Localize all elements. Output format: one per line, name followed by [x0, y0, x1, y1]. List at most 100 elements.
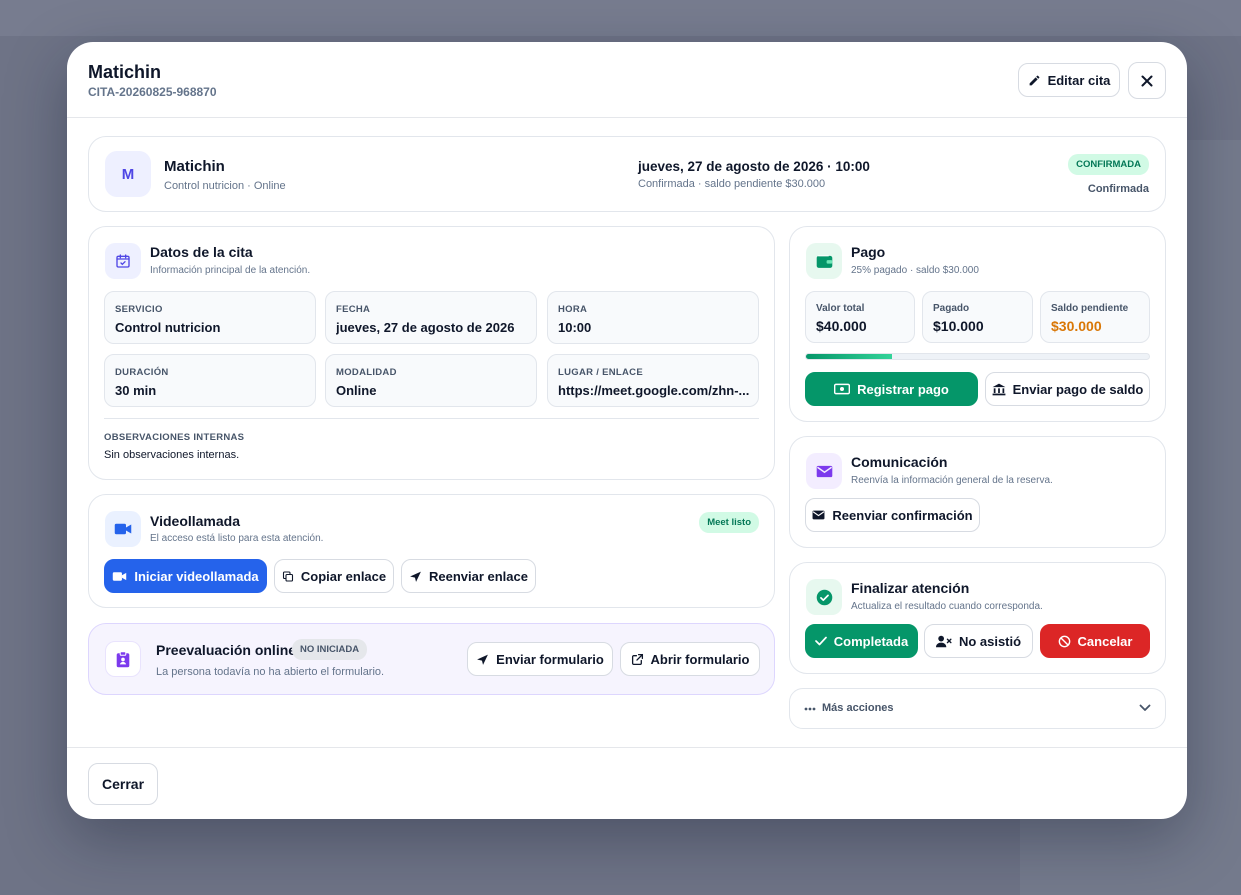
check-icon	[814, 636, 827, 646]
pre-evaluation-title: Preevaluación online	[156, 642, 297, 658]
resend-confirmation-label: Reenviar confirmación	[832, 507, 973, 523]
cancel-appointment-label: Cancelar	[1077, 633, 1133, 649]
close-icon	[1141, 75, 1153, 86]
confirmed-badge: CONFIRMADA	[1068, 154, 1149, 175]
mark-completed-label: Completada	[833, 633, 909, 649]
field-time: HORA 10:00	[547, 291, 759, 344]
modal-header: Matichin CITA-20260825-968870 Editar cit…	[67, 42, 1187, 118]
finish-title: Finalizar atención	[851, 580, 970, 596]
field-service: SERVICIO Control nutricion	[104, 291, 316, 344]
send-form-label: Enviar formulario	[496, 651, 604, 667]
field-label: LUGAR / ENLACE	[558, 367, 643, 378]
pre-evaluation-subtitle: La persona todavía no ha abierto el form…	[156, 666, 385, 678]
payment-title: Pago	[851, 244, 886, 260]
total-value-amount: $40.000	[816, 318, 867, 334]
check-circle-icon	[806, 579, 842, 615]
payment-subtitle: 25% pagado · saldo $30.000	[851, 265, 979, 276]
communication-subtitle: Reenvía la información general de la res…	[851, 475, 1053, 486]
appointment-status-line: Confirmada · saldo pendiente $30.000	[638, 178, 826, 190]
patient-name: Matichin	[164, 158, 225, 175]
videocall-card: Videollamada El acceso está listo para e…	[88, 494, 775, 608]
appointment-datetime: jueves, 27 de agosto de 2026 · 10:00	[638, 159, 870, 174]
no-show-label: No asistió	[958, 633, 1022, 649]
field-location-link[interactable]: LUGAR / ENLACE https://meet.google.com/z…	[547, 354, 759, 407]
start-videocall-button[interactable]: Iniciar videollamada	[104, 559, 267, 593]
payment-progress-fill	[806, 354, 892, 359]
pending-balance-label: Saldo pendiente	[1051, 303, 1129, 314]
register-payment-button[interactable]: Registrar pago	[805, 372, 978, 406]
field-value: Online	[336, 383, 377, 398]
details-title: Datos de la cita	[150, 244, 253, 260]
ban-icon	[1058, 635, 1070, 647]
open-form-button[interactable]: Abrir formulario	[620, 642, 760, 676]
edit-appointment-button[interactable]: Editar cita	[1018, 63, 1120, 97]
bank-icon	[992, 383, 1006, 395]
field-label: SERVICIO	[115, 304, 163, 315]
notes-label: OBSERVACIONES INTERNAS	[104, 432, 245, 443]
videocall-title: Videollamada	[150, 513, 241, 529]
edit-appointment-label: Editar cita	[1047, 72, 1111, 88]
pending-balance-box: Saldo pendiente $30.000	[1040, 291, 1150, 343]
calendar-icon	[105, 243, 141, 279]
appointment-code: CITA-20260825-968870	[88, 85, 217, 99]
videocall-subtitle: El acceso está listo para esta atención.	[150, 533, 324, 544]
resend-link-label: Reenviar enlace	[428, 568, 528, 584]
field-value: https://meet.google.com/zhn-...	[558, 383, 750, 398]
details-subtitle: Información principal de la atención.	[150, 265, 311, 276]
user-x-icon	[935, 635, 952, 647]
field-value: 30 min	[115, 383, 157, 398]
field-date: FECHA jueves, 27 de agosto de 2026	[325, 291, 537, 344]
chevron-down-icon	[1139, 704, 1151, 711]
envelope-icon	[812, 510, 825, 520]
close-button[interactable]: Cerrar	[88, 763, 158, 805]
paid-box: Pagado $10.000	[922, 291, 1033, 343]
external-link-icon	[631, 653, 643, 665]
envelope-icon	[806, 453, 842, 489]
finish-subtitle: Actualiza el resultado cuando correspond…	[851, 601, 1043, 612]
more-actions-toggle[interactable]: Más acciones	[789, 688, 1166, 729]
modal-footer: Cerrar	[67, 747, 1187, 819]
pencil-icon	[1029, 75, 1039, 85]
mark-completed-button[interactable]: Completada	[805, 624, 918, 658]
cancel-appointment-button[interactable]: Cancelar	[1040, 624, 1150, 658]
resend-link-button[interactable]: Reenviar enlace	[401, 559, 536, 593]
modal-title: Matichin	[88, 62, 162, 82]
open-form-label: Abrir formulario	[650, 651, 750, 667]
field-label: DURACIÓN	[115, 367, 169, 378]
total-value-box: Valor total $40.000	[805, 291, 915, 343]
field-duration: DURACIÓN 30 min	[104, 354, 316, 407]
resend-confirmation-button[interactable]: Reenviar confirmación	[805, 498, 980, 532]
video-camera-icon	[113, 571, 127, 581]
appointment-summary-card: M Matichin Control nutricion · Online ju…	[88, 136, 1166, 212]
payment-card: Pago 25% pagado · saldo $30.000 Valor to…	[789, 226, 1166, 422]
field-label: MODALIDAD	[336, 367, 397, 378]
video-camera-icon	[105, 511, 141, 547]
send-balance-payment-button[interactable]: Enviar pago de saldo	[985, 372, 1150, 406]
communication-title: Comunicación	[851, 454, 948, 470]
appointment-modal: Matichin CITA-20260825-968870 Editar cit…	[67, 42, 1187, 819]
field-modality: MODALIDAD Online	[325, 354, 537, 407]
copy-link-button[interactable]: Copiar enlace	[274, 559, 394, 593]
field-label: HORA	[558, 304, 588, 315]
patient-avatar: M	[105, 151, 151, 197]
send-form-button[interactable]: Enviar formulario	[467, 642, 613, 676]
more-actions-label: Más acciones	[822, 702, 894, 714]
copy-link-label: Copiar enlace	[300, 568, 387, 584]
start-videocall-label: Iniciar videollamada	[134, 568, 259, 584]
paid-label: Pagado	[933, 303, 970, 314]
divider	[104, 418, 759, 419]
pending-balance-amount: $30.000	[1051, 318, 1102, 334]
service-line: Control nutricion · Online	[164, 180, 286, 192]
appointment-details-card: Datos de la cita Información principal d…	[88, 226, 775, 480]
close-modal-button[interactable]	[1128, 62, 1166, 99]
payment-progress-bar	[805, 353, 1150, 360]
finish-appointment-card: Finalizar atención Actualiza el resultad…	[789, 562, 1166, 674]
total-value-label: Valor total	[816, 303, 865, 314]
not-started-badge: NO INICIADA	[292, 639, 368, 660]
notes-value: Sin observaciones internas.	[104, 449, 240, 461]
meet-ready-badge: Meet listo	[699, 512, 759, 533]
no-show-button[interactable]: No asistió	[924, 624, 1033, 658]
communication-card: Comunicación Reenvía la información gene…	[789, 436, 1166, 548]
close-button-label: Cerrar	[101, 776, 145, 792]
send-icon	[477, 654, 489, 665]
